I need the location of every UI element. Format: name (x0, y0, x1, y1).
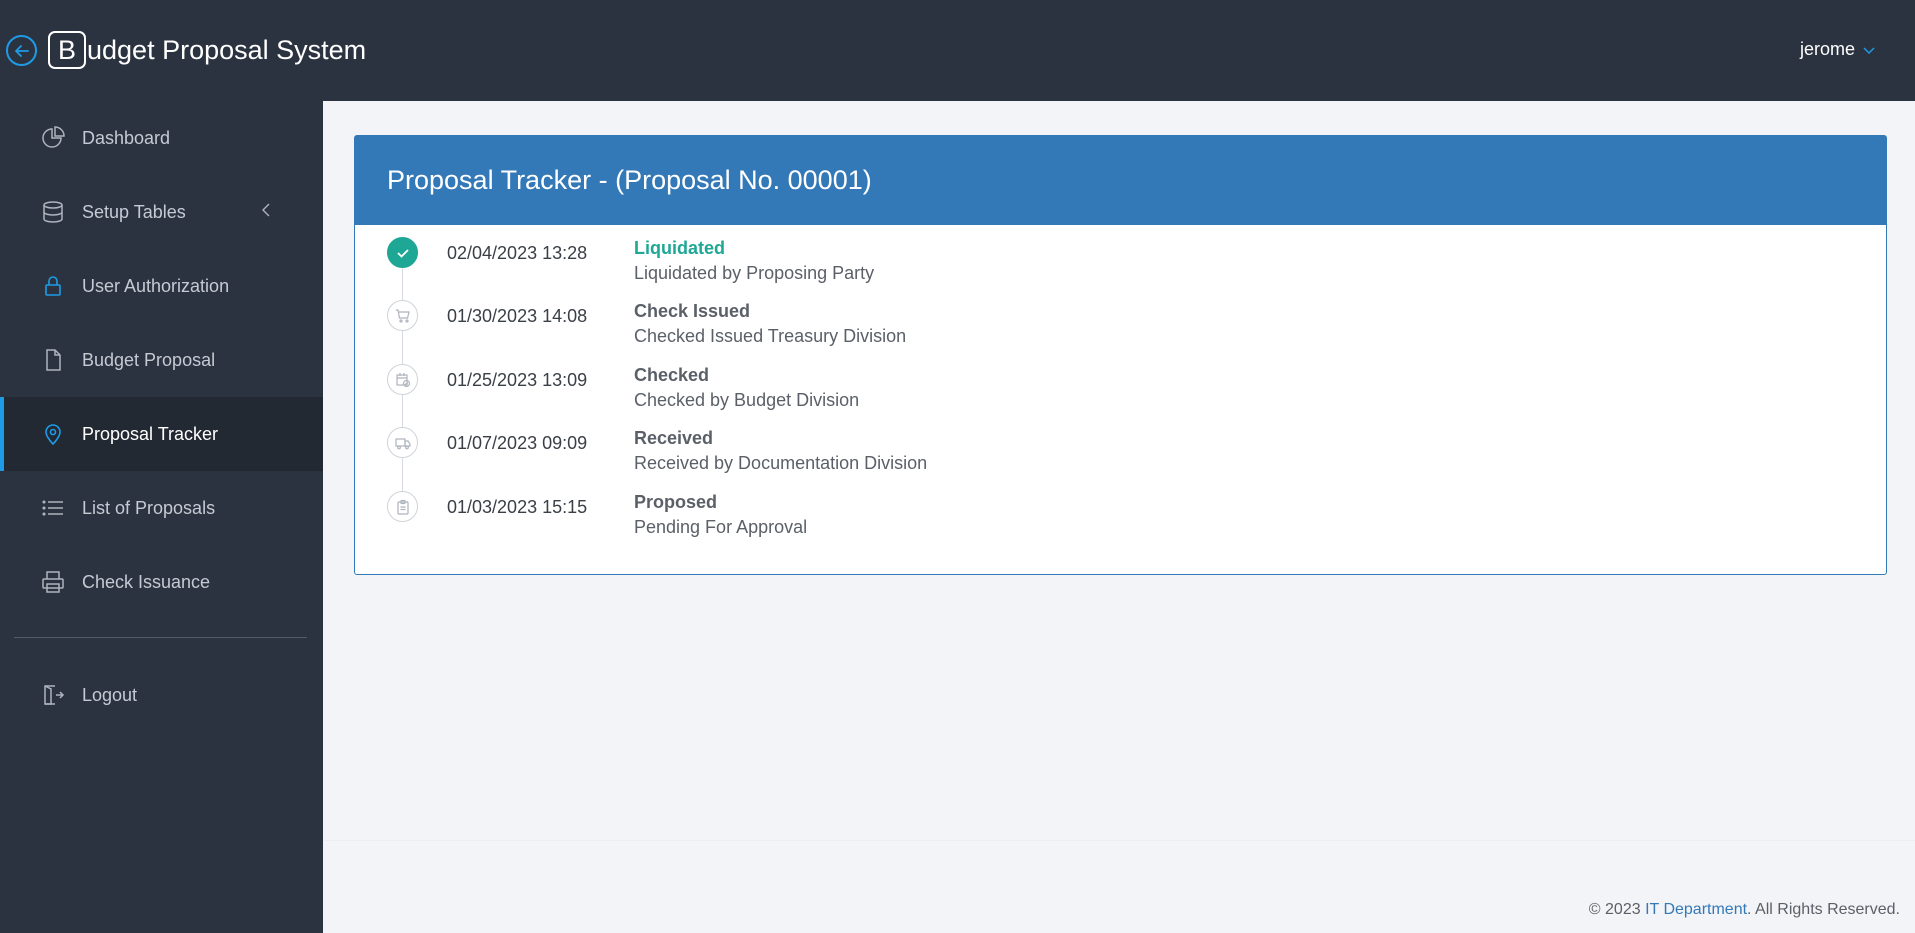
event-description: Checked Issued Treasury Division (634, 326, 907, 346)
pie-chart-icon (40, 125, 66, 151)
event-date: 01/30/2023 14:08 (447, 306, 588, 326)
event-description: Pending For Approval (634, 517, 808, 537)
sidebar: Dashboard Setup Tables User Authorizatio… (0, 101, 323, 933)
brand-name: udget Proposal System (87, 34, 367, 65)
clipboard-icon (387, 491, 418, 522)
chevron-down-icon (1863, 39, 1875, 60)
sidebar-item-proposal-tracker[interactable]: Proposal Tracker (0, 397, 323, 471)
sidebar-item-label: Setup Tables (82, 201, 186, 222)
database-icon (40, 199, 66, 225)
sidebar-item-dashboard[interactable]: Dashboard (0, 101, 323, 175)
truck-icon (387, 427, 418, 458)
sidebar-item-label: Proposal Tracker (82, 423, 219, 444)
lock-icon (40, 273, 66, 299)
event-status: Checked (634, 365, 710, 385)
copyright-prefix: © 2023 (1588, 901, 1646, 918)
sidebar-item-budget-proposal[interactable]: Budget Proposal (0, 323, 323, 397)
user-menu[interactable]: jerome (1800, 39, 1875, 60)
timeline-item: 02/04/2023 13:28 Liquidated Liquidated b… (355, 225, 1886, 289)
event-description: Checked by Budget Division (634, 390, 860, 410)
cart-icon (387, 300, 418, 331)
top-header: B udget Proposal System jerome (0, 0, 1915, 101)
sidebar-item-label: User Authorization (82, 275, 230, 296)
sidebar-item-list-of-proposals[interactable]: List of Proposals (0, 471, 323, 545)
list-icon (40, 495, 66, 521)
file-icon (40, 347, 66, 373)
brand-logo-letter: B (48, 31, 86, 69)
sidebar-item-label: Budget Proposal (82, 349, 216, 370)
event-status: Received (634, 428, 714, 448)
sidebar-item-label: Dashboard (82, 127, 171, 148)
proposal-tracker-card: Proposal Tracker - (Proposal No. 00001) … (354, 135, 1887, 575)
user-name: jerome (1799, 39, 1855, 59)
card-title: Proposal Tracker - (Proposal No. 00001) (355, 136, 1886, 225)
footer: © 2023 IT Department. All Rights Reserve… (323, 840, 1915, 933)
timeline-item: 01/25/2023 13:09 Checked Checked by Budg… (355, 352, 1886, 416)
calendar-check-icon (387, 364, 418, 395)
event-date: 01/03/2023 15:15 (447, 497, 588, 517)
sidebar-item-setup-tables[interactable]: Setup Tables (0, 175, 323, 249)
sidebar-item-user-authorization[interactable]: User Authorization (0, 249, 323, 323)
event-description: Liquidated by Proposing Party (634, 263, 875, 283)
check-icon (387, 237, 418, 268)
event-date: 01/25/2023 13:09 (447, 370, 588, 390)
event-date: 02/04/2023 13:28 (447, 243, 588, 263)
event-status: Proposed (634, 492, 718, 512)
printer-icon (40, 569, 66, 595)
copyright-text: © 2023 IT Department. All Rights Reserve… (1589, 901, 1900, 919)
chevron-left-icon (261, 202, 271, 223)
event-description: Received by Documentation Division (634, 453, 928, 473)
sidebar-item-label: List of Proposals (82, 497, 216, 518)
sidebar-item-label: Check Issuance (82, 571, 211, 592)
sidebar-item-label: Logout (82, 684, 138, 705)
event-date: 01/07/2023 09:09 (447, 433, 588, 453)
timeline-item: 01/03/2023 15:15 Proposed Pending For Ap… (355, 479, 1886, 543)
app-title[interactable]: B udget Proposal System (48, 31, 366, 69)
it-department-link[interactable]: IT Department (1645, 901, 1747, 918)
sidebar-item-logout[interactable]: Logout (0, 658, 323, 732)
event-status: Check Issued (634, 301, 751, 321)
map-pin-icon (40, 421, 66, 447)
logout-icon (40, 682, 66, 708)
back-arrow-icon[interactable] (6, 35, 37, 66)
event-status: Liquidated (634, 238, 725, 258)
timeline-item: 01/30/2023 14:08 Check Issued Checked Is… (355, 288, 1886, 352)
copyright-suffix: . All Rights Reserved. (1747, 901, 1900, 918)
sidebar-divider (14, 637, 307, 638)
sidebar-item-check-issuance[interactable]: Check Issuance (0, 545, 323, 619)
timeline-item: 01/07/2023 09:09 Received Received by Do… (355, 415, 1886, 479)
